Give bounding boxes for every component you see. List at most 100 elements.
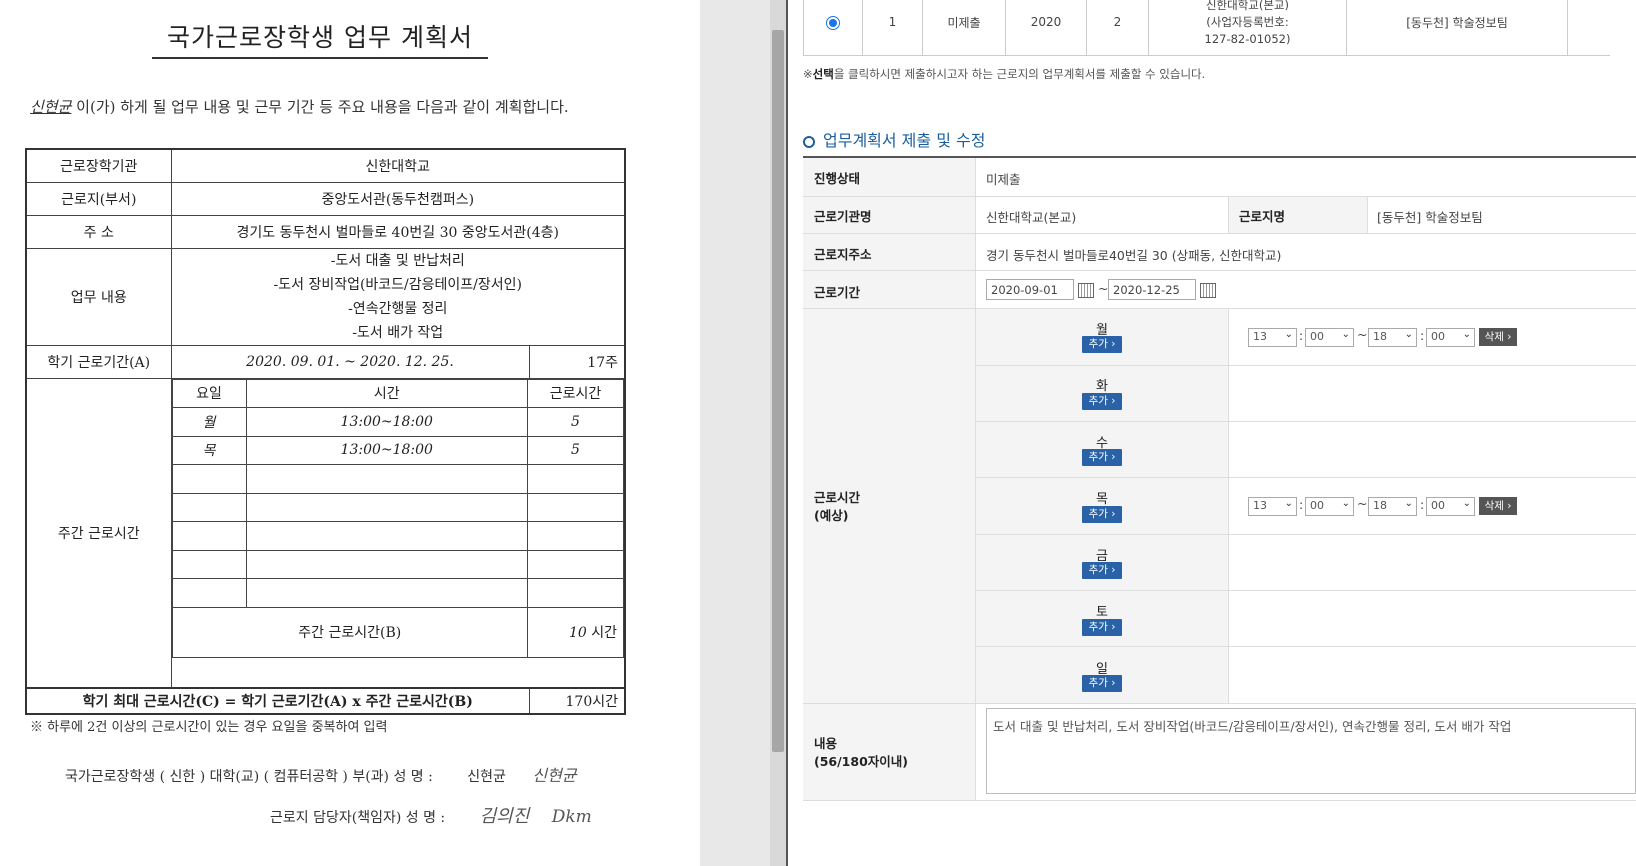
section-title: 업무계획서 제출 및 수정	[803, 127, 985, 151]
weekly-total-label: 주간 근로시간(B)	[171, 606, 528, 658]
site-value: [동두천] 학술정보팀	[1377, 210, 1483, 225]
mon-start-min-select[interactable]: 00 ⌄	[1305, 328, 1354, 347]
weekly-schedule: 요일 시간 근로시간 월 13:00~18:00 5 목 13:00~18:00…	[170, 377, 626, 689]
weekly-total-unit: 시간	[586, 625, 617, 641]
max-hours-label: 학기 최대 근로시간(C) = 학기 근로기간(A) x 주간 근로시간(B)	[25, 687, 530, 715]
duty-item: -도서 대출 및 반납처리	[330, 252, 465, 269]
org-label: 근로기관명	[814, 206, 872, 225]
thu-end-hour-select[interactable]: 18 ⌄	[1368, 497, 1417, 516]
calendar-icon[interactable]	[1078, 283, 1094, 298]
thu-end-min-select[interactable]: 00 ⌄	[1426, 497, 1475, 516]
student-signature-line: 국가근로장학생 ( 신한 ) 대학(교) ( 컴퓨터공학 ) 부(과) 성 명 …	[65, 762, 577, 786]
duty-item: -연속간행물 정리	[348, 300, 448, 317]
max-hours-value: 170시간	[528, 687, 626, 715]
add-tue-button[interactable]: 추가 ›	[1082, 393, 1122, 410]
dept-value: 중앙도서관(동두천캠퍼스)	[170, 181, 626, 216]
notice-text: 을 클릭하시면 제출하시고자 하는 근로지의 업무계획서를 제출할 수 있습니다…	[833, 67, 1206, 81]
time-colon: :	[1299, 497, 1304, 512]
org-value: 신한대학교	[170, 148, 626, 183]
intro-text: 이(가) 하게 될 업무 내용 및 근무 기간 등 주요 내용을 다음과 같이 …	[71, 98, 569, 116]
row-no: 1	[862, 0, 923, 56]
chevron-down-icon: ⌄	[1404, 329, 1413, 340]
day-thu: 목	[1096, 492, 1108, 507]
delete-thu-button[interactable]: 삭제 ›	[1479, 497, 1517, 515]
row-org: 신한대학교(본교) (사업자등록번호: 127-82-01052)	[1148, 0, 1347, 56]
schedule-hours: 5	[527, 407, 624, 437]
time-tilde: ~	[1357, 327, 1368, 342]
col-day: 요일	[171, 378, 247, 408]
chevron-down-icon: ⌄	[1462, 498, 1471, 509]
col-time: 시간	[245, 378, 528, 408]
plan-table: 근로장학기관 신한대학교 근로지(부서) 중앙도서관(동두천캠퍼스) 주 소 경…	[25, 148, 626, 715]
duty-label: 업무 내용	[25, 247, 172, 346]
add-sat-button[interactable]: 추가 ›	[1082, 619, 1122, 636]
scanned-document: 국가근로장학생 업무 계획서 신현균 이(가) 하게 될 업무 내용 및 근무 …	[0, 0, 700, 866]
select-radio[interactable]	[826, 15, 840, 30]
chevron-down-icon: ⌄	[1341, 329, 1350, 340]
add-wed-button[interactable]: 추가 ›	[1082, 449, 1122, 466]
hours-label: 근로시간 (예상)	[814, 489, 861, 525]
thu-start-min-select[interactable]: 00 ⌄	[1305, 497, 1354, 516]
manager-signature-line: 근로지 담당자(책임자) 성 명 : 김의진 Dkm	[270, 802, 592, 828]
thu-start-hour-select[interactable]: 13 ⌄	[1248, 497, 1297, 516]
period-label: 학기 근로기간(A)	[25, 344, 172, 379]
duty-item: -도서 배가 작업	[352, 324, 444, 341]
schedule-time: 13:00~18:00	[245, 435, 528, 465]
weekly-total: 10 시간	[527, 606, 624, 658]
dept-label: 근로지(부서)	[25, 181, 172, 216]
section-title-text: 업무계획서 제출 및 수정	[823, 131, 986, 150]
status-value: 미제출	[986, 172, 1021, 187]
scrollbar-thumb[interactable]	[772, 30, 784, 752]
row-dept: [동두천] 학술정보팀	[1346, 0, 1568, 56]
table-row	[171, 464, 624, 494]
table-row[interactable]: 1 미제출 2020 2 신한대학교(본교) (사업자등록번호: 127-82-…	[803, 0, 1610, 56]
schedule-time: 13:00~18:00	[245, 407, 528, 437]
status-label: 진행상태	[814, 168, 861, 187]
table-row: 주간 근로시간(B) 10 시간	[171, 606, 624, 658]
org-value: 신한대학교(본교)	[986, 210, 1077, 225]
calendar-icon[interactable]	[1200, 283, 1216, 298]
weekly-total-value: 10	[568, 625, 587, 641]
table-row: 목 13:00~18:00 5	[171, 435, 624, 465]
document-note: ※ 하루에 2건 이상의 근로시간이 있는 경우 요일을 중복하여 입력	[30, 720, 388, 735]
period-weeks: 17주	[528, 344, 626, 379]
row-org-reg-label: (사업자등록번호:	[1206, 14, 1289, 29]
worksite-list-table: 1 미제출 2020 2 신한대학교(본교) (사업자등록번호: 127-82-…	[803, 0, 1610, 56]
row-org-reg-number: 127-82-01052)	[1204, 31, 1291, 46]
start-date-input[interactable]: 2020-09-01	[986, 279, 1074, 300]
chevron-down-icon: ⌄	[1341, 498, 1350, 509]
add-sun-button[interactable]: 추가 ›	[1082, 675, 1122, 692]
add-thu-button[interactable]: 추가 ›	[1082, 506, 1122, 523]
content-label-main: 내용	[814, 736, 838, 751]
add-mon-button[interactable]: 추가 ›	[1082, 336, 1122, 353]
chevron-down-icon: ⌄	[1404, 498, 1413, 509]
mon-start-hour-select[interactable]: 13 ⌄	[1248, 328, 1297, 347]
content-label-sub: (56/180자이내)	[814, 754, 908, 769]
add-fri-button[interactable]: 추가 ›	[1082, 562, 1122, 579]
notice-bold: 선택	[812, 67, 834, 81]
student-signature: 신현균	[532, 766, 577, 785]
addr-value: 경기 동두천시 벌마들로40번길 30 (상패동, 신한대학교)	[986, 248, 1282, 263]
table-row	[171, 578, 624, 608]
select-cell[interactable]	[803, 0, 863, 56]
col-hours: 근로시간	[527, 378, 624, 408]
time-colon: :	[1420, 497, 1425, 512]
mon-end-min-select[interactable]: 00 ⌄	[1426, 328, 1475, 347]
end-date-input[interactable]: 2020-12-25	[1108, 279, 1196, 300]
schedule-day: 목	[171, 435, 247, 465]
intro-name: 신현균	[30, 98, 72, 116]
mon-end-hour-select[interactable]: 18 ⌄	[1368, 328, 1417, 347]
table-row: 월 13:00~18:00 5	[171, 407, 624, 437]
content-label: 내용 (56/180자이내)	[814, 735, 908, 771]
title-underline	[152, 57, 488, 59]
table-row	[171, 492, 624, 522]
delete-mon-button[interactable]: 삭제 ›	[1479, 328, 1517, 346]
row-status: 미제출	[922, 0, 1006, 56]
student-name: 신현균	[467, 769, 506, 785]
row-org-name: 신한대학교(본교)	[1205, 0, 1290, 12]
time-tilde: ~	[1357, 496, 1368, 511]
viewer-gutter	[700, 0, 788, 866]
row-term: 2	[1086, 0, 1149, 56]
chevron-down-icon: ⌄	[1284, 498, 1293, 509]
content-textarea[interactable]: 도서 대출 및 반납처리, 도서 장비작업(바코드/감응테이프/장서인), 연속…	[986, 708, 1636, 794]
